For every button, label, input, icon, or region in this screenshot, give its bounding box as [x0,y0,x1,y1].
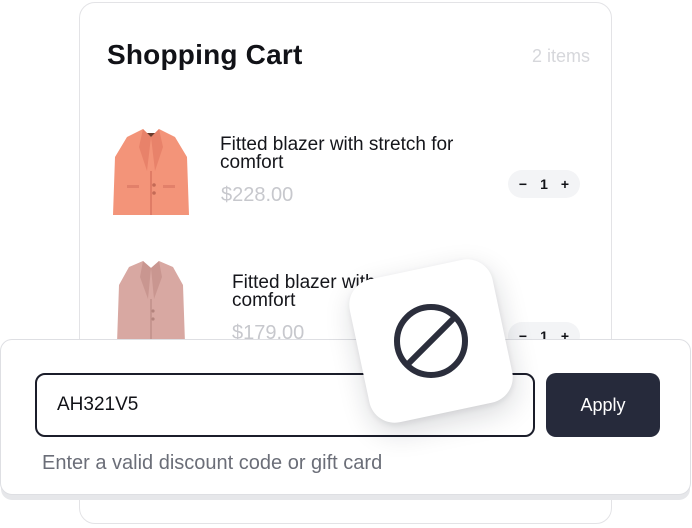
cart-title: Shopping Cart [107,39,303,70]
product-price: $228.00 [221,184,294,206]
cart-item-count: 2 items [531,46,590,66]
increment-button[interactable]: + [558,177,572,191]
coral-blazer-icon [107,127,195,217]
product-image-coral-blazer[interactable] [107,127,195,217]
stage: Shopping Cart 2 items Fitted blazer with… [0,0,692,528]
quantity-value: 1 [540,176,548,192]
dusty-pink-blazer-icon [107,259,195,343]
discount-error-message: Enter a valid discount code or gift card [42,452,383,474]
blocked-icon [394,304,468,378]
apply-button[interactable]: Apply [546,373,660,437]
quantity-stepper: − 1 + [508,170,580,198]
product-image-dusty-pink-blazer[interactable] [107,259,195,343]
discount-code-panel: Apply Enter a valid discount code or gif… [0,339,691,495]
product-name[interactable]: Fitted blazer with stretch for comfort [220,135,520,172]
decrement-button[interactable]: − [516,177,530,191]
blocked-badge [344,254,518,428]
